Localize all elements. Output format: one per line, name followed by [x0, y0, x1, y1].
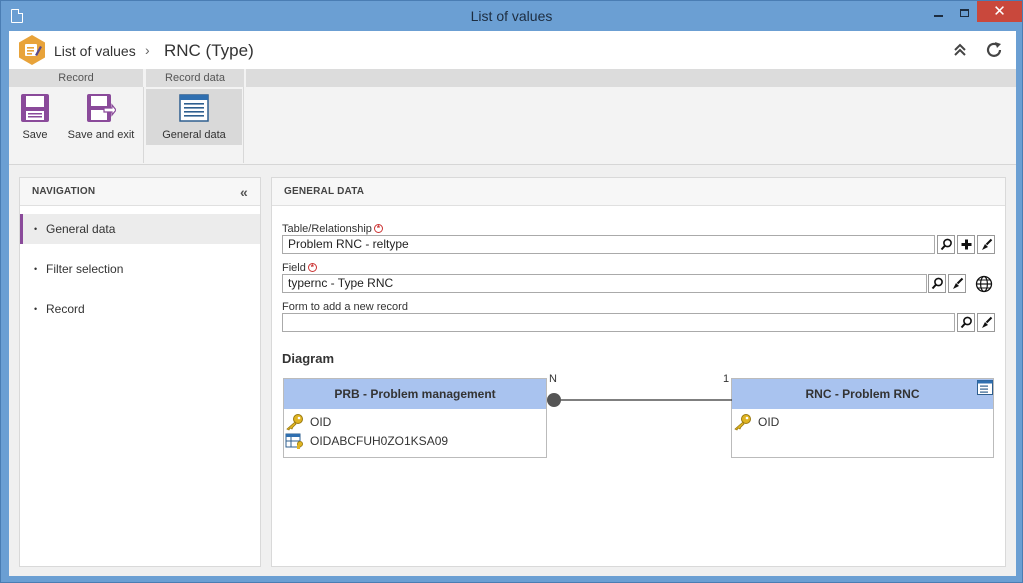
search-icon — [940, 238, 952, 251]
window-title: List of values — [470, 8, 553, 24]
search-icon — [931, 277, 943, 290]
field-clear-button[interactable] — [948, 274, 966, 293]
close-icon: ✕ — [993, 3, 1006, 20]
eraser-broom-icon — [953, 277, 964, 289]
eraser-broom-icon — [982, 238, 993, 250]
nav-item-filter-selection[interactable]: Filter selection — [20, 254, 260, 284]
navigation-title: NAVIGATION — [32, 186, 96, 197]
plus-icon — [961, 239, 972, 250]
general-data-panel: GENERAL DATA Table/Relationship * Problem… — [271, 177, 1006, 567]
entity-right-header: RNC - Problem RNC — [732, 379, 993, 409]
form-clear-button[interactable] — [977, 313, 995, 332]
form-search-button[interactable] — [957, 313, 975, 332]
form-add-record-input[interactable] — [282, 313, 955, 332]
key-icon — [286, 414, 303, 431]
entity-left[interactable]: PRB - Problem management OID OIDABCFUH0Z… — [283, 378, 547, 458]
navigation-header: NAVIGATION « — [20, 178, 260, 206]
entity-field-label: OIDABCFUH0ZO1KSA09 — [310, 434, 449, 448]
general-data-header: GENERAL DATA — [272, 178, 1005, 206]
save-label: Save — [22, 129, 48, 141]
ribbon-group-empty — [246, 69, 1016, 87]
save-button[interactable]: Save — [12, 89, 58, 145]
navigation-panel: NAVIGATION « General data Filter selecti… — [19, 177, 261, 567]
relationship-connector — [547, 393, 732, 407]
table-relationship-label: Table/Relationship * — [282, 223, 383, 235]
save-and-exit-button[interactable]: Save and exit — [63, 89, 139, 145]
cardinality-left: N — [549, 373, 557, 385]
table-clear-button[interactable] — [977, 235, 995, 254]
page-title: RNC (Type) — [164, 41, 254, 60]
field-label: Field * — [282, 262, 317, 274]
entity-left-header: PRB - Problem management — [284, 379, 546, 409]
ribbon-toolbar: Record Record data Save Save and exit Ge… — [9, 69, 1016, 165]
breadcrumb-root[interactable]: List of values — [54, 43, 136, 59]
refresh-icon[interactable] — [984, 40, 1004, 60]
general-data-button[interactable]: General data — [146, 89, 242, 145]
eraser-broom-icon — [982, 316, 993, 328]
table-add-button[interactable] — [957, 235, 975, 254]
required-icon: * — [373, 224, 383, 233]
table-relationship-input[interactable]: Problem RNC - reltype — [282, 235, 935, 254]
floppy-disk-icon — [21, 94, 49, 122]
app-window: List of values ✕ List of values › RNC (T… — [0, 0, 1023, 583]
collapse-up-icon[interactable] — [951, 41, 969, 59]
ribbon-group-record: Record — [9, 69, 143, 87]
entity-right[interactable]: RNC - Problem RNC OID — [731, 378, 994, 458]
general-data-label: General data — [162, 129, 226, 141]
key-icon — [734, 414, 751, 431]
field-search-button[interactable] — [928, 274, 946, 293]
app-logo-icon — [19, 35, 45, 65]
minimize-icon — [933, 14, 943, 17]
required-icon: * — [307, 263, 317, 272]
maximize-icon — [959, 8, 969, 17]
close-button[interactable]: ✕ — [977, 1, 1022, 22]
ribbon-divider — [143, 87, 144, 163]
field-input[interactable]: typernc - Type RNC — [282, 274, 927, 293]
search-icon — [960, 316, 972, 329]
title-bar: List of values ✕ — [1, 1, 1022, 31]
nav-item-general-data[interactable]: General data — [20, 214, 260, 244]
breadcrumb-separator: › — [145, 42, 150, 58]
entity-field-label: OID — [310, 415, 332, 429]
ribbon-divider — [243, 87, 244, 163]
field-label-text: Field — [282, 262, 306, 274]
page-header: List of values › RNC (Type) — [9, 31, 1016, 69]
diagram-title: Diagram — [282, 351, 335, 366]
cardinality-right: 1 — [723, 373, 730, 385]
form-list-icon — [179, 94, 209, 122]
table-list-icon[interactable] — [977, 380, 993, 395]
nav-item-record[interactable]: Record — [20, 294, 260, 324]
client-area: List of values › RNC (Type) Record Recor… — [9, 31, 1016, 576]
relationship-endpoint-dot — [547, 393, 561, 407]
collapse-left-icon[interactable]: « — [240, 178, 248, 206]
minimize-button[interactable] — [925, 1, 951, 22]
entity-field-label: OID — [758, 415, 780, 429]
table-key-icon — [285, 433, 303, 449]
table-relationship-label-text: Table/Relationship — [282, 223, 372, 235]
form-add-record-label: Form to add a new record — [282, 301, 408, 313]
maximize-button[interactable] — [951, 1, 977, 22]
globe-icon[interactable] — [975, 275, 993, 293]
ribbon-group-record-data: Record data — [146, 69, 244, 87]
save-and-exit-label: Save and exit — [67, 129, 135, 141]
save-exit-icon — [87, 94, 116, 122]
table-search-button[interactable] — [937, 235, 955, 254]
